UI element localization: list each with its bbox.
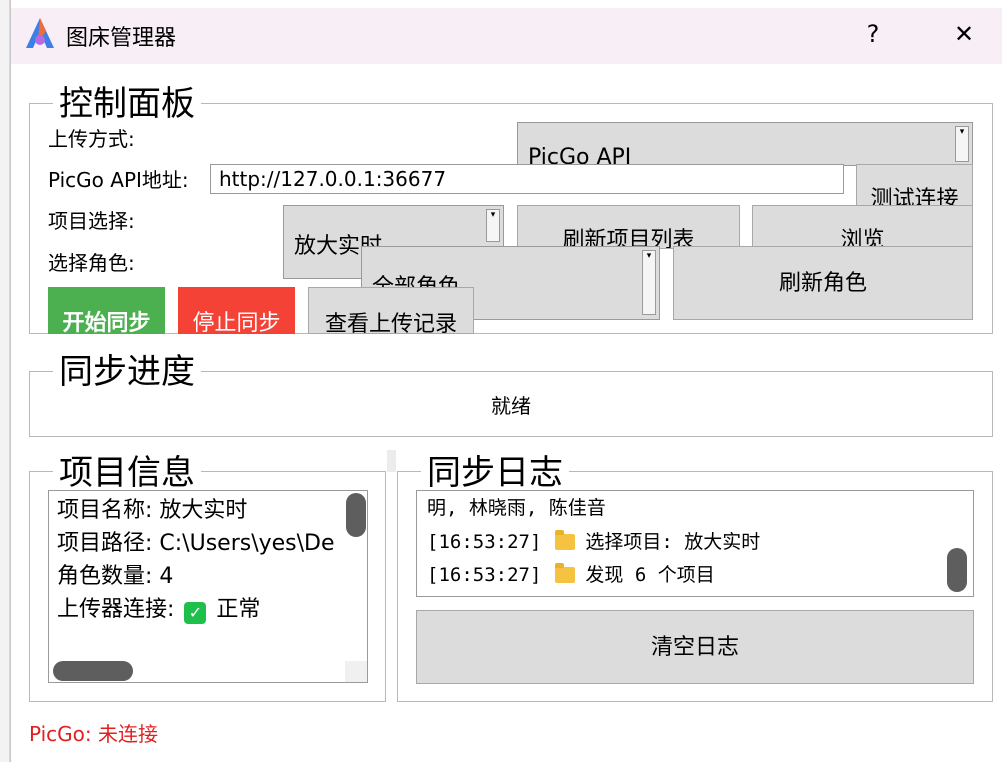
scrollbar-corner [345,661,367,682]
vertical-scrollbar-thumb[interactable] [346,493,366,537]
log-line: 明, 林晓雨, 陈佳音 [427,497,606,519]
desktop-strip [0,0,10,762]
project-select-label: 项目选择: [48,209,135,233]
uploader-label: 上传器连接: [57,597,175,622]
log-line: [16:53:27] 选择项目: 放大实时 [427,526,760,559]
splitter-handle[interactable] [387,450,396,472]
folder-icon [555,530,576,550]
uploader-line: 上传器连接: ✓ 正常 [57,593,260,626]
api-address-input[interactable]: http://127.0.0.1:36677 [210,164,844,194]
upload-method-label: 上传方式: [48,127,135,151]
chevron-down-icon: ▾ [642,250,656,315]
close-icon: ✕ [953,20,975,48]
log-line: [16:53:27] 发现 6 个项目 [427,559,715,592]
uploader-status: 正常 [216,597,261,622]
upload-method-select[interactable]: PicGo API ▾ [517,122,973,166]
vertical-scrollbar-thumb[interactable] [947,548,967,592]
upload-method-value: PicGo API [528,145,632,166]
close-button[interactable]: ✕ [942,16,986,52]
refresh-projects-button[interactable]: 刷新项目列表 [517,205,740,249]
chevron-down-icon: ▾ [955,126,969,162]
control-panel-title: 控制面板 [53,84,201,124]
refresh-roles-button[interactable]: 刷新角色 [673,246,973,320]
horizontal-scrollbar-thumb[interactable] [53,661,133,681]
api-address-label: PicGo API地址: [48,168,189,192]
project-name-line: 项目名称: 放大实时 [57,498,248,523]
folder-icon [555,563,576,583]
sync-status-text: 就绪 [491,394,531,418]
project-path-line: 项目路径: C:\Users\yes\De [57,531,335,556]
help-button[interactable]: ? [853,16,893,52]
start-sync-button[interactable]: 开始同步 [48,287,165,334]
sync-progress-title: 同步进度 [53,352,201,392]
log-timestamp: [16:53:27] [427,564,542,586]
log-message: 选择项目: 放大实时 [585,531,761,553]
log-timestamp: [16:53:27] [427,531,542,553]
role-count-line: 角色数量: 4 [57,564,174,589]
project-info-panel[interactable]: 项目名称: 放大实时 项目路径: C:\Users\yes\De 角色数量: 4… [48,490,368,683]
test-connection-button[interactable]: 测试连接 [856,164,973,208]
app-logo-icon [26,18,54,48]
view-upload-history-button[interactable]: 查看上传记录 [308,287,474,334]
check-icon: ✓ [184,602,207,624]
stop-sync-button[interactable]: 停止同步 [178,287,295,334]
chevron-down-icon: ▾ [486,209,500,242]
picgo-connection-status: PicGo: 未连接 [29,722,159,746]
sync-log-title: 同步日志 [421,453,569,493]
window-title: 图床管理器 [66,26,177,51]
clear-log-button[interactable]: 清空日志 [416,610,974,684]
role-select-label: 选择角色: [48,251,135,275]
browse-button[interactable]: 浏览 [752,205,973,249]
project-info-title: 项目信息 [53,453,201,493]
sync-log-panel[interactable]: 明, 林晓雨, 陈佳音 [16:53:27] 选择项目: 放大实时 [16:53:… [416,490,974,597]
log-message: 发现 6 个项目 [585,564,715,586]
